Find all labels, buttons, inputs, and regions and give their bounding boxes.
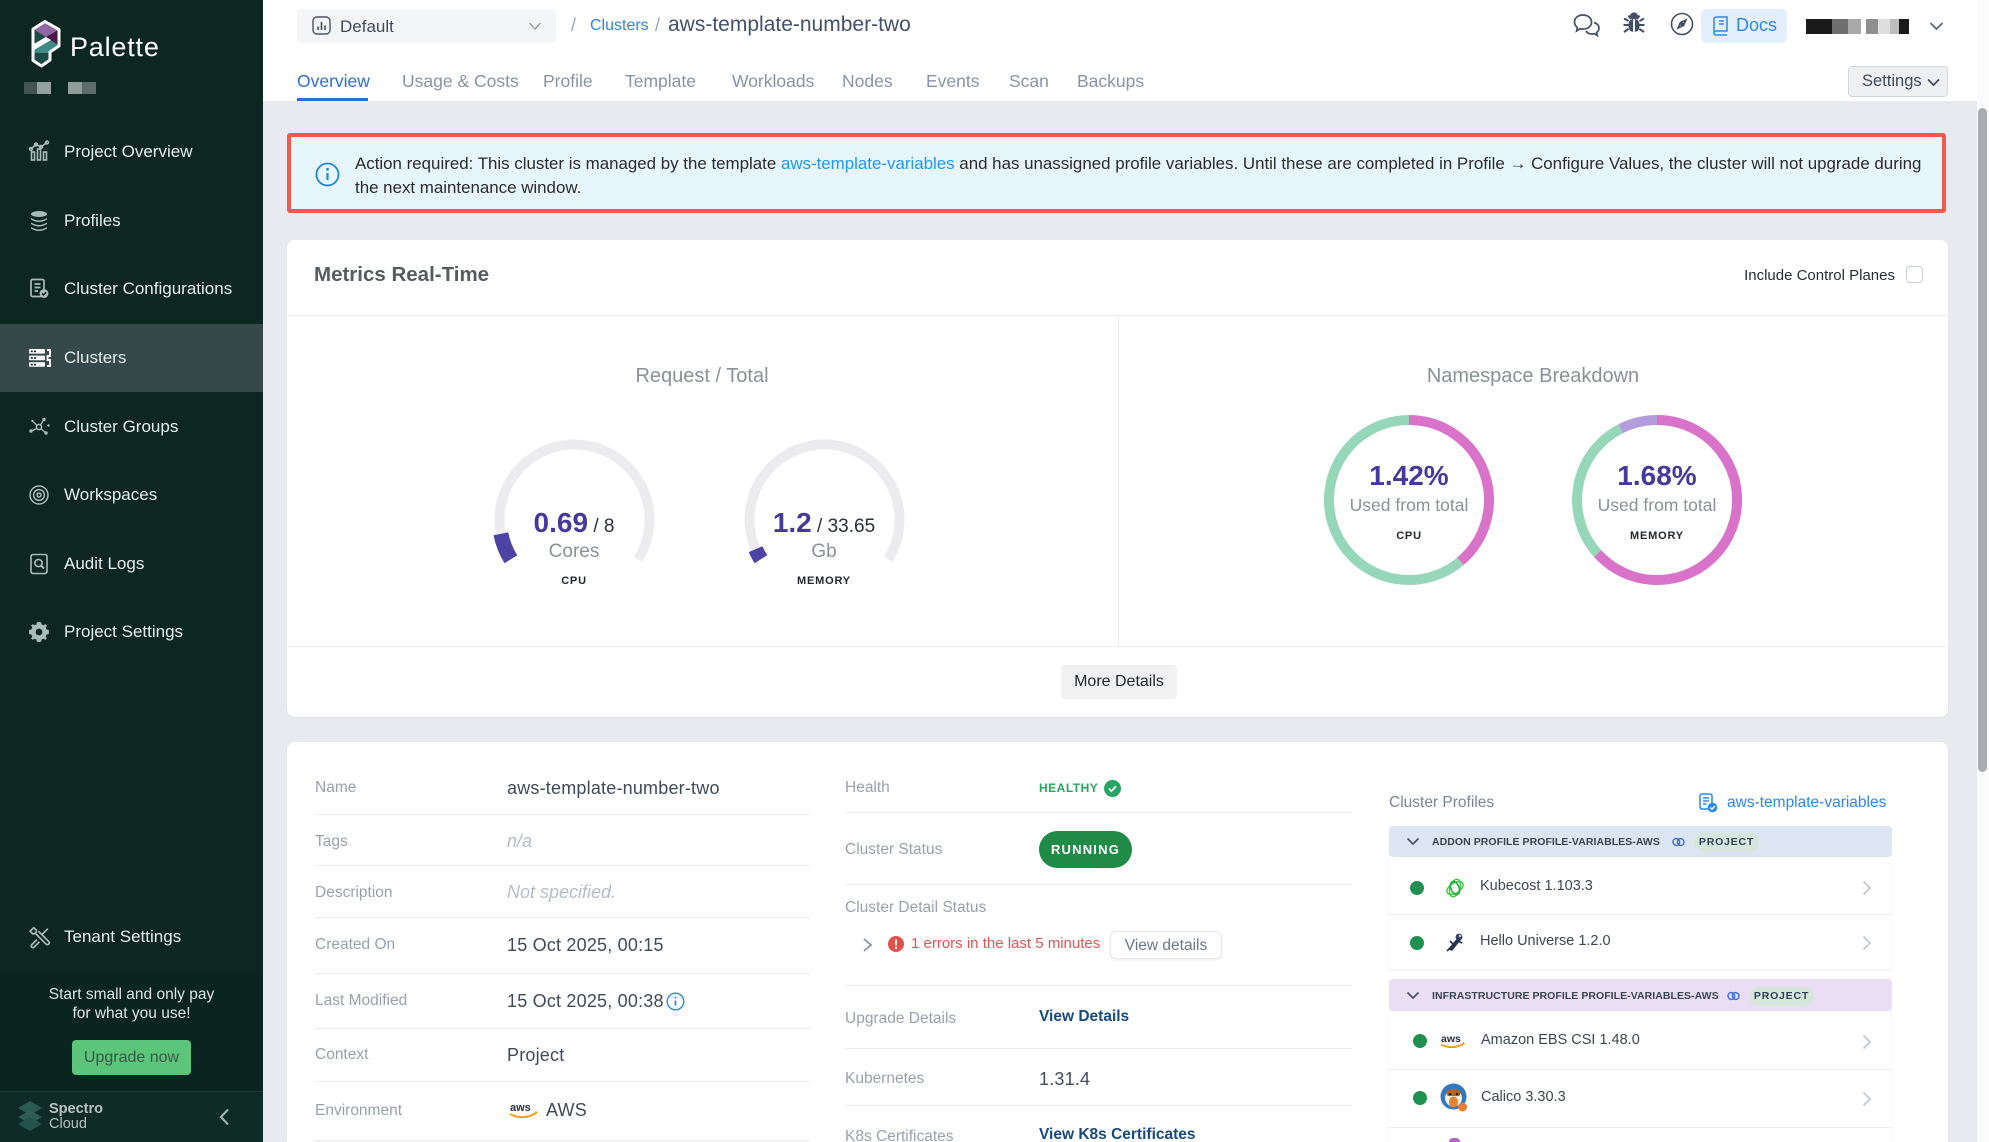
svg-text:aws: aws <box>510 1102 531 1114</box>
svg-text:aws: aws <box>1441 1033 1461 1045</box>
